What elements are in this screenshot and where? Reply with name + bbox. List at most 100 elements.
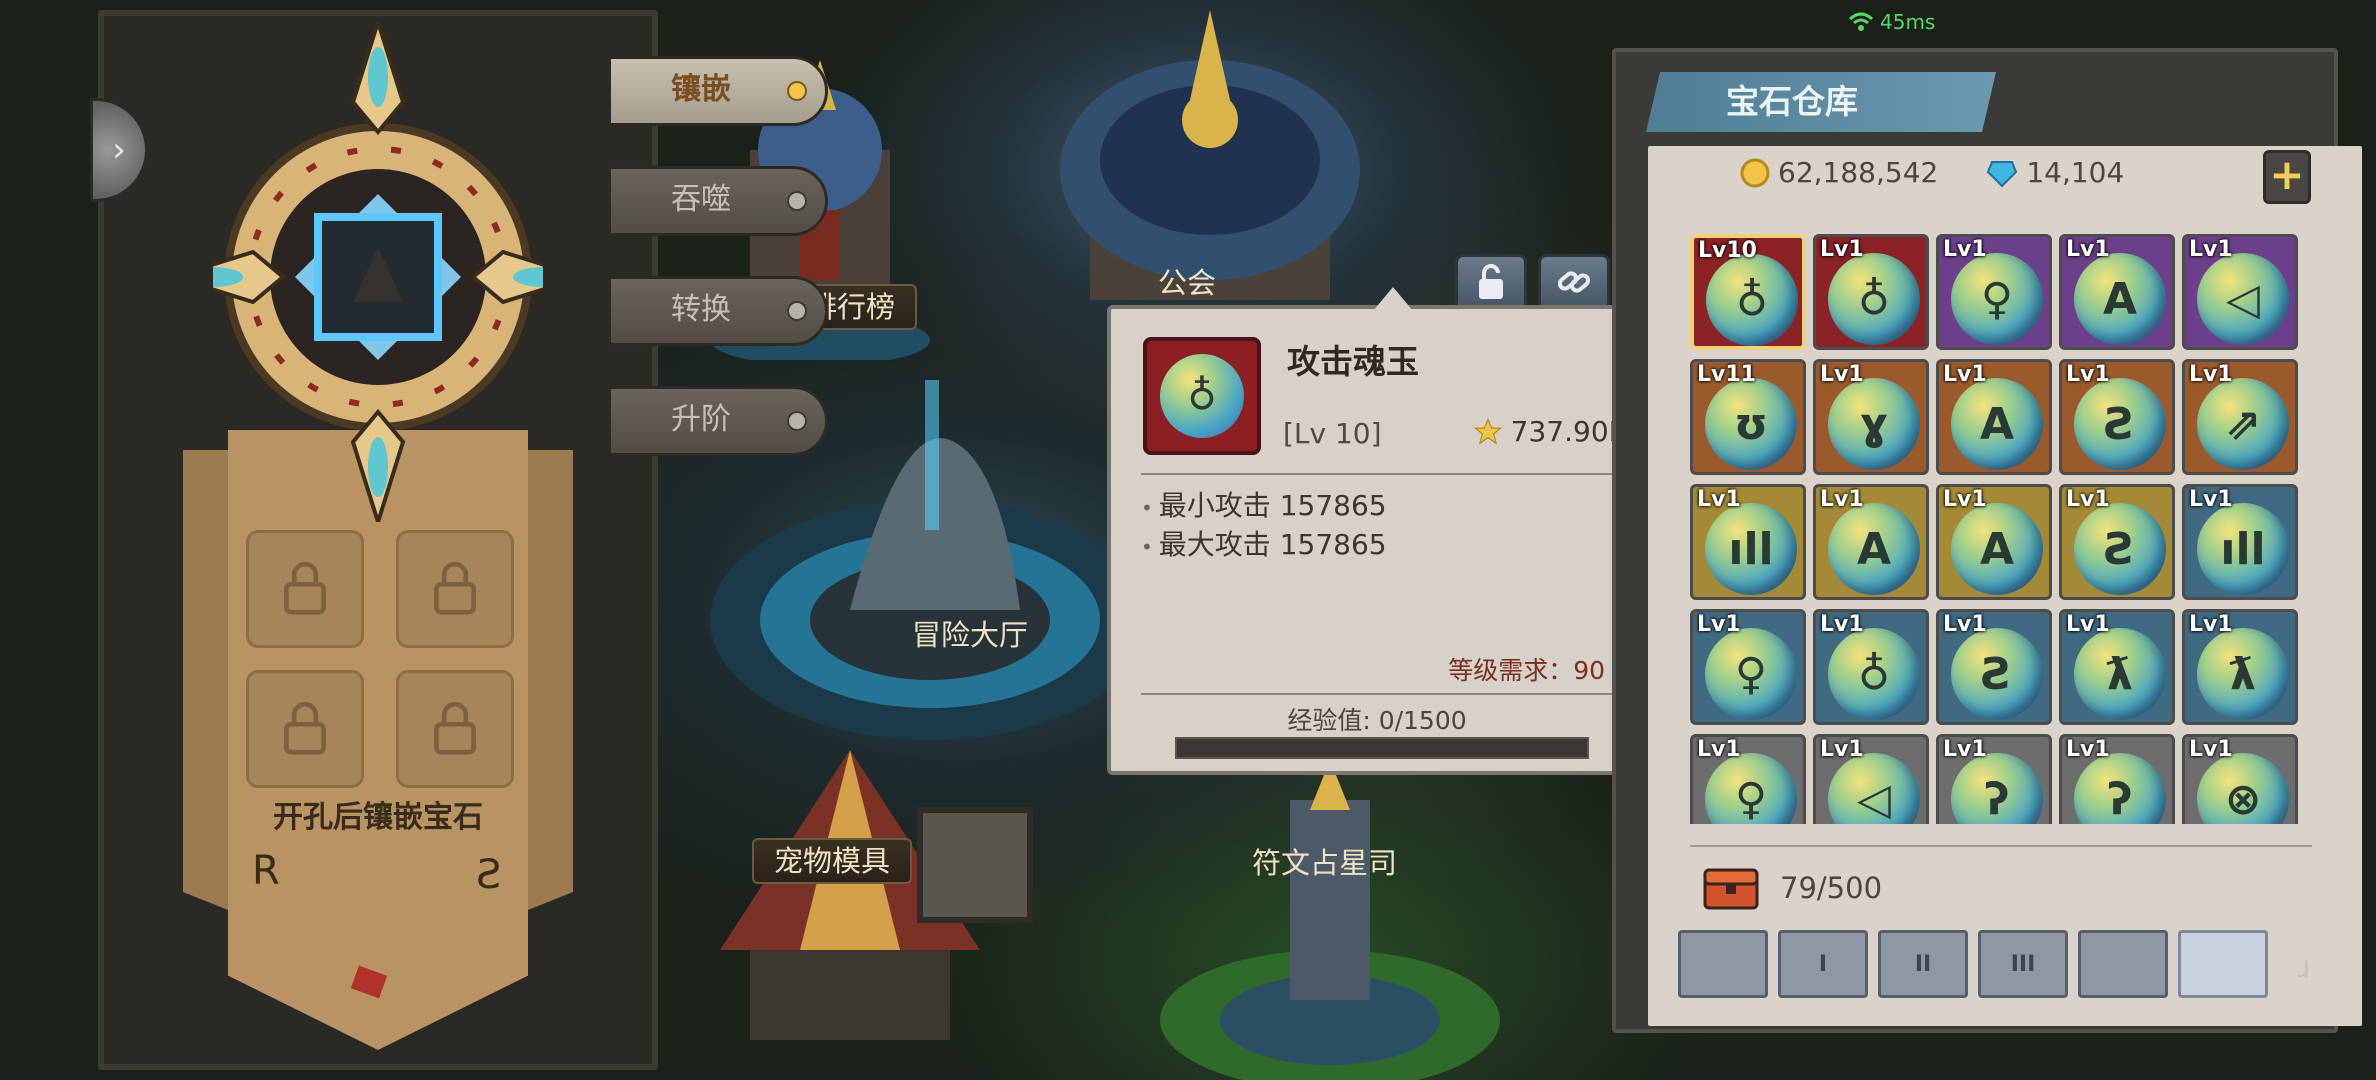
filter-tab-label: I: [1818, 951, 1828, 977]
tab-label: 镶嵌: [671, 72, 731, 107]
gem-level-label: Lv1: [1943, 737, 1987, 762]
gem-orb-icon: ıll: [2197, 503, 2289, 595]
tab-upgrade[interactable]: 升阶: [608, 386, 828, 456]
gem-name: 攻击魂玉: [1287, 342, 1419, 381]
gem-slot[interactable]: ıll Lv1: [1690, 484, 1806, 600]
gem-level-label: Lv1: [1697, 487, 1741, 512]
gem-slot[interactable]: ⊗ Lv1: [2182, 734, 2298, 824]
storage-filter-tab[interactable]: I: [1778, 930, 1868, 998]
gem-level-label: Lv1: [2189, 612, 2233, 637]
gem-slot[interactable]: ʔ Lv1: [1936, 734, 2052, 824]
gem-slot[interactable]: ◁ Lv1: [2182, 234, 2298, 350]
link-gem-button[interactable]: [1538, 254, 1610, 310]
map-label-adventure-hall[interactable]: 冒险大厅: [892, 614, 1048, 660]
gem-slot[interactable]: ♁ Lv10: [1690, 234, 1806, 350]
tab-convert[interactable]: 转换: [608, 276, 828, 346]
map-label-guild[interactable]: 公会: [1138, 262, 1236, 308]
pet-mold-building[interactable]: [690, 750, 1050, 1080]
socket-hint-text: 开孔后镶嵌宝石: [273, 800, 483, 835]
diamond-icon: [1987, 160, 2018, 187]
gem-slot[interactable]: Ƨ Lv1: [2059, 359, 2175, 475]
locked-socket-2[interactable]: [396, 530, 514, 648]
gem-level: [Lv 10]: [1283, 417, 1382, 450]
gem-slot[interactable]: ɣ Lv1: [1813, 359, 1929, 475]
tab-inlay[interactable]: 镶嵌: [608, 56, 828, 126]
gem-slot[interactable]: ʊ Lv11: [1690, 359, 1806, 475]
gem-level-label: Lv1: [1820, 487, 1864, 512]
gem-level-label: Lv1: [1820, 237, 1864, 262]
gem-orb-icon: A: [2074, 253, 2166, 345]
chevron-right-icon: ›: [112, 130, 126, 170]
network-status: 45ms: [1848, 10, 1935, 34]
gem-orb-icon: ʊ: [1705, 378, 1797, 470]
gem-slot[interactable]: ◁ Lv1: [1813, 734, 1929, 824]
storage-filter-tab[interactable]: [1678, 930, 1768, 998]
chain-link-icon: [1557, 271, 1591, 293]
gem-orb-icon: A: [1951, 503, 2043, 595]
gem-orb-icon: ♁: [1706, 254, 1798, 346]
plus-icon: +: [2269, 150, 2305, 199]
gem-level-label: Lv1: [1697, 612, 1741, 637]
attack-soul-jade-icon: ♁: [1160, 354, 1244, 438]
gem-orb-icon: ƛ: [2074, 628, 2166, 720]
gem-level-label: Lv1: [1943, 362, 1987, 387]
filter-tab-label: II: [1914, 951, 1932, 977]
map-label-pet-mold[interactable]: 宠物模具: [752, 838, 913, 884]
lock-icon: [284, 701, 326, 755]
gem-orb-icon: ⇗: [2197, 378, 2289, 470]
stat-min-attack: 最小攻击 157865: [1141, 484, 1387, 524]
gem-slot[interactable]: A Lv1: [1936, 359, 2052, 475]
gem-slot[interactable]: ƛ Lv1: [2182, 609, 2298, 725]
gem-orb-icon: ♀: [1705, 753, 1797, 824]
gem-slot[interactable]: ♁ Lv1: [1813, 234, 1929, 350]
gem-slot[interactable]: A Lv1: [2059, 234, 2175, 350]
gem-slot[interactable]: ♁ Lv1: [1813, 609, 1929, 725]
gem-orb-icon: ƛ: [2197, 628, 2289, 720]
gem-detail-tooltip: ♁ 攻击魂玉 [Lv 10] 737.90K 最小攻击 157865 最大攻击 …: [1107, 287, 1647, 775]
filter-tab-label: III: [2010, 951, 2036, 977]
gem-level-label: Lv1: [1943, 612, 1987, 637]
gem-orb-icon: ʔ: [2074, 753, 2166, 824]
gem-slot[interactable]: A Lv1: [1813, 484, 1929, 600]
gem-slot[interactable]: ⇗ Lv1: [2182, 359, 2298, 475]
lock-gem-button[interactable]: [1455, 254, 1527, 310]
gem-level-label: Lv1: [2189, 362, 2233, 387]
gem-slot[interactable]: ʔ Lv1: [2059, 734, 2175, 824]
gem-slot[interactable]: ƛ Lv1: [2059, 609, 2175, 725]
tab-label: 吞噬: [671, 182, 731, 217]
locked-socket-1[interactable]: [246, 530, 364, 648]
map-label-rune-astrology[interactable]: 符文占星司: [1232, 842, 1417, 888]
gem-slot[interactable]: Ƨ Lv1: [2059, 484, 2175, 600]
currency-bar: 62,188,542 14,104: [1740, 156, 2124, 189]
gem-level-label: Lv1: [1820, 737, 1864, 762]
main-gem-socket-ring[interactable]: [213, 22, 543, 522]
wifi-icon: [1848, 12, 1874, 31]
gem-slot[interactable]: Ƨ Lv1: [1936, 609, 2052, 725]
tab-indicator-dot: [787, 411, 807, 431]
rune-astrology-building[interactable]: [1150, 760, 1510, 1080]
storage-filter-tab[interactable]: [2078, 930, 2168, 998]
gem-level-label: Lv1: [1697, 737, 1741, 762]
add-currency-button[interactable]: +: [2263, 150, 2311, 204]
gem-level-label: Lv1: [1820, 612, 1864, 637]
gem-orb-icon: ♁: [1828, 628, 1920, 720]
gem-orb-icon: ♁: [1828, 253, 1920, 345]
gem-slot[interactable]: ♀ Lv1: [1936, 234, 2052, 350]
stat-max-attack: 最大攻击 157865: [1141, 523, 1387, 563]
gem-level-label: Lv1: [2066, 737, 2110, 762]
storage-filter-tab[interactable]: III: [1978, 930, 2068, 998]
storage-filter-tab[interactable]: II: [1878, 930, 1968, 998]
storage-filter-tab[interactable]: [2178, 930, 2268, 998]
tab-devour[interactable]: 吞噬: [608, 166, 828, 236]
locked-socket-4[interactable]: [396, 670, 514, 788]
gem-slot[interactable]: A Lv1: [1936, 484, 2052, 600]
corner-ornament: ɹ: [2298, 950, 2311, 985]
gold-display: 62,188,542: [1740, 156, 1938, 189]
gem-slot[interactable]: ♀ Lv1: [1690, 734, 1806, 824]
gem-level-label: Lv1: [1943, 237, 1987, 262]
gem-slot[interactable]: ♀ Lv1: [1690, 609, 1806, 725]
gem-slot[interactable]: ıll Lv1: [2182, 484, 2298, 600]
locked-socket-3[interactable]: [246, 670, 364, 788]
gold-amount: 62,188,542: [1778, 156, 1939, 189]
gem-icon: ♁: [1143, 337, 1261, 455]
